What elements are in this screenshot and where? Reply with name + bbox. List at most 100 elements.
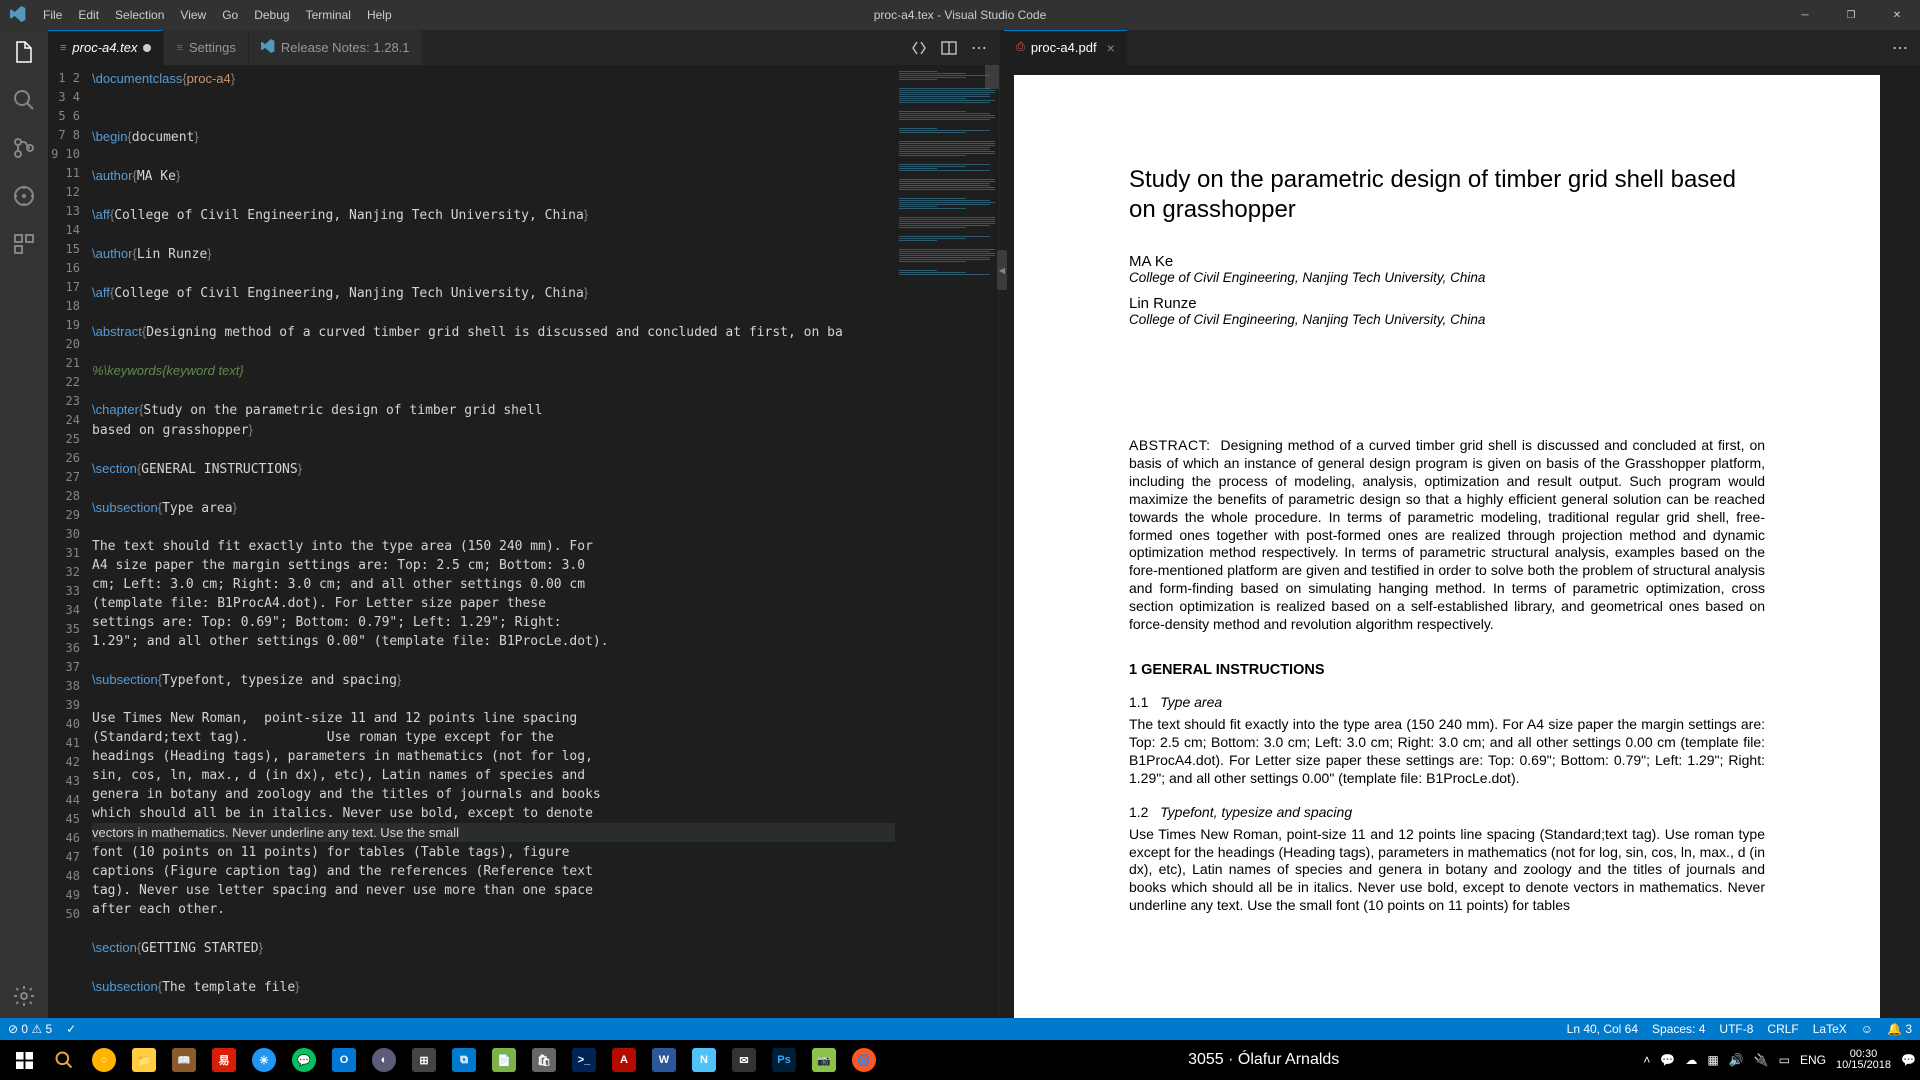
tray-notifications-icon[interactable]: 💬 [1901, 1053, 1916, 1067]
status-bar: ⊘ 0 ⚠ 5 ✓ Ln 40, Col 64 Spaces: 4 UTF-8 … [0, 1018, 1920, 1040]
pdf-subsection-heading: 1.1 Type area [1129, 694, 1765, 710]
close-button[interactable]: ✕ [1874, 0, 1920, 30]
status-notifications[interactable]: 🔔 3 [1887, 1022, 1912, 1036]
search-taskbar-icon[interactable] [44, 1040, 84, 1080]
menu-terminal[interactable]: Terminal [298, 8, 359, 22]
pdf-abstract: ABSTRACT: Designing method of a curved t… [1129, 437, 1765, 634]
taskbar-app-icon[interactable]: 📄 [484, 1040, 524, 1080]
now-playing[interactable]: 3055 · Ólafur Arnalds [884, 1051, 1643, 1069]
status-language[interactable]: LaTeX [1813, 1022, 1847, 1036]
tab[interactable]: ⎙ proc-a4.pdf × [1004, 30, 1128, 65]
pdf-author: MA Ke [1129, 253, 1765, 270]
minimize-button[interactable]: ─ [1782, 0, 1828, 30]
taskbar-app-icon[interactable]: ◐ [364, 1040, 404, 1080]
taskbar-app-icon[interactable]: 📷 [804, 1040, 844, 1080]
word-icon[interactable]: W [644, 1040, 684, 1080]
status-indentation[interactable]: Spaces: 4 [1652, 1022, 1705, 1036]
tray-app-icon[interactable]: ▦ [1707, 1053, 1718, 1067]
menu-file[interactable]: File [35, 8, 70, 22]
minimap-viewport[interactable] [985, 65, 999, 89]
dirty-indicator-icon [143, 44, 151, 52]
maximize-button[interactable]: ❐ [1828, 0, 1874, 30]
code-area[interactable]: \documentclass{proc-a4} \begin{document}… [92, 65, 895, 1018]
taskbar-app-icon[interactable]: N [684, 1040, 724, 1080]
pdf-author: Lin Runze [1129, 295, 1765, 312]
outlook-icon[interactable]: O [324, 1040, 364, 1080]
taskbar-app-icon[interactable]: 🌀 [844, 1040, 884, 1080]
wechat-icon[interactable]: 💬 [284, 1040, 324, 1080]
more-actions-icon[interactable]: ⋯ [1892, 40, 1908, 56]
tray-cloud-icon[interactable]: ☁ [1685, 1053, 1697, 1067]
vscode-logo-icon [0, 6, 35, 25]
adobe-reader-icon[interactable]: A [604, 1040, 644, 1080]
status-encoding[interactable]: UTF-8 [1719, 1022, 1753, 1036]
pdf-body-text: Use Times New Roman, point-size 11 and 1… [1129, 826, 1765, 916]
pdf-affiliation: College of Civil Engineering, Nanjing Te… [1129, 312, 1765, 327]
tab-bar-left: ≡ proc-a4.tex ≡ Settings Release Notes: 1.28… [48, 30, 999, 65]
file-explorer-icon[interactable]: 📁 [124, 1040, 164, 1080]
text-editor[interactable]: 1 2 3 4 5 6 7 8 9 10 11 12 13 14 15 16 1… [48, 65, 999, 1018]
line-number-gutter: 1 2 3 4 5 6 7 8 9 10 11 12 13 14 15 16 1… [48, 65, 92, 1018]
source-control-icon[interactable] [12, 136, 36, 160]
pdf-body-text: The text should fit exactly into the typ… [1129, 716, 1765, 788]
tab-label: proc-a4.tex [72, 40, 137, 55]
close-tab-icon[interactable]: × [1107, 40, 1115, 56]
calculator-icon[interactable]: ⊞ [404, 1040, 444, 1080]
taskbar-app-icon[interactable]: ○ [84, 1040, 124, 1080]
pdf-preview[interactable]: Study on the parametric design of timber… [1014, 75, 1880, 1018]
tray-language[interactable]: ENG [1800, 1053, 1826, 1067]
menu-view[interactable]: View [172, 8, 214, 22]
title-bar: FileEditSelectionViewGoDebugTerminalHelp… [0, 0, 1920, 30]
tab-bar-right: ⎙ proc-a4.pdf × ⋯ [1004, 30, 1920, 65]
pdf-title: Study on the parametric design of timber… [1129, 165, 1765, 225]
status-feedback-icon[interactable]: ☺ [1861, 1022, 1873, 1036]
main-menu: FileEditSelectionViewGoDebugTerminalHelp [35, 8, 400, 22]
minimap[interactable] [895, 65, 999, 1018]
file-type-icon: ≡ [176, 42, 182, 54]
search-icon[interactable] [12, 88, 36, 112]
menu-edit[interactable]: Edit [70, 8, 107, 22]
menu-help[interactable]: Help [359, 8, 400, 22]
extensions-icon[interactable] [12, 232, 36, 256]
tray-clock[interactable]: 00:30 10/15/2018 [1836, 1049, 1891, 1071]
tab-label: proc-a4.pdf [1031, 40, 1097, 55]
more-actions-icon[interactable]: ⋯ [971, 40, 987, 56]
status-cursor-position[interactable]: Ln 40, Col 64 [1567, 1022, 1638, 1036]
microsoft-store-icon[interactable]: 🛍 [524, 1040, 564, 1080]
menu-selection[interactable]: Selection [107, 8, 172, 22]
split-editor-icon[interactable] [941, 40, 957, 56]
tray-wechat-icon[interactable]: 💬 [1660, 1053, 1675, 1067]
settings-gear-icon[interactable] [12, 984, 36, 1008]
taskbar-app-icon[interactable]: ✳ [244, 1040, 284, 1080]
tab[interactable]: ≡ Settings [164, 30, 248, 65]
editor-group-right: ⎙ proc-a4.pdf × ⋯ Study on the parametric … [1004, 30, 1920, 1018]
file-type-icon [261, 39, 275, 56]
photoshop-icon[interactable]: Ps [764, 1040, 804, 1080]
explorer-icon[interactable] [12, 40, 36, 64]
status-eol[interactable]: CRLF [1767, 1022, 1798, 1036]
tray-network-icon[interactable]: 🔌 [1754, 1053, 1769, 1067]
tray-volume-icon[interactable]: 🔊 [1729, 1053, 1744, 1067]
menu-go[interactable]: Go [214, 8, 246, 22]
status-errors[interactable]: ⊘ 0 ⚠ 5 [8, 1022, 52, 1036]
start-button[interactable] [4, 1040, 44, 1080]
vscode-taskbar-icon[interactable]: ⧉ [444, 1040, 484, 1080]
file-type-icon: ⎙ [1016, 41, 1025, 54]
tab-label: Settings [189, 40, 236, 55]
tab[interactable]: Release Notes: 1.28.1 [249, 30, 423, 65]
editor-group-left: ≡ proc-a4.tex ≡ Settings Release Notes: 1.28… [48, 30, 1000, 1018]
taskbar-app-icon[interactable]: 📖 [164, 1040, 204, 1080]
tray-chevron-icon[interactable]: ˄ [1643, 1053, 1650, 1067]
status-check-icon[interactable]: ✓ [66, 1022, 76, 1036]
tray-battery-icon[interactable]: ▭ [1779, 1053, 1790, 1067]
compare-changes-icon[interactable] [911, 40, 927, 56]
tab[interactable]: ≡ proc-a4.tex [48, 30, 164, 65]
taskbar-app-icon[interactable]: 易 [204, 1040, 244, 1080]
activity-bar [0, 30, 48, 1018]
debug-icon[interactable] [12, 184, 36, 208]
mail-icon[interactable]: ✉ [724, 1040, 764, 1080]
file-type-icon: ≡ [60, 42, 66, 54]
powershell-icon[interactable]: >_ [564, 1040, 604, 1080]
menu-debug[interactable]: Debug [246, 8, 297, 22]
windows-taskbar: ○ 📁 📖 易 ✳ 💬 O ◐ ⊞ ⧉ 📄 🛍 >_ A W N ✉ Ps 📷 … [0, 1040, 1920, 1080]
